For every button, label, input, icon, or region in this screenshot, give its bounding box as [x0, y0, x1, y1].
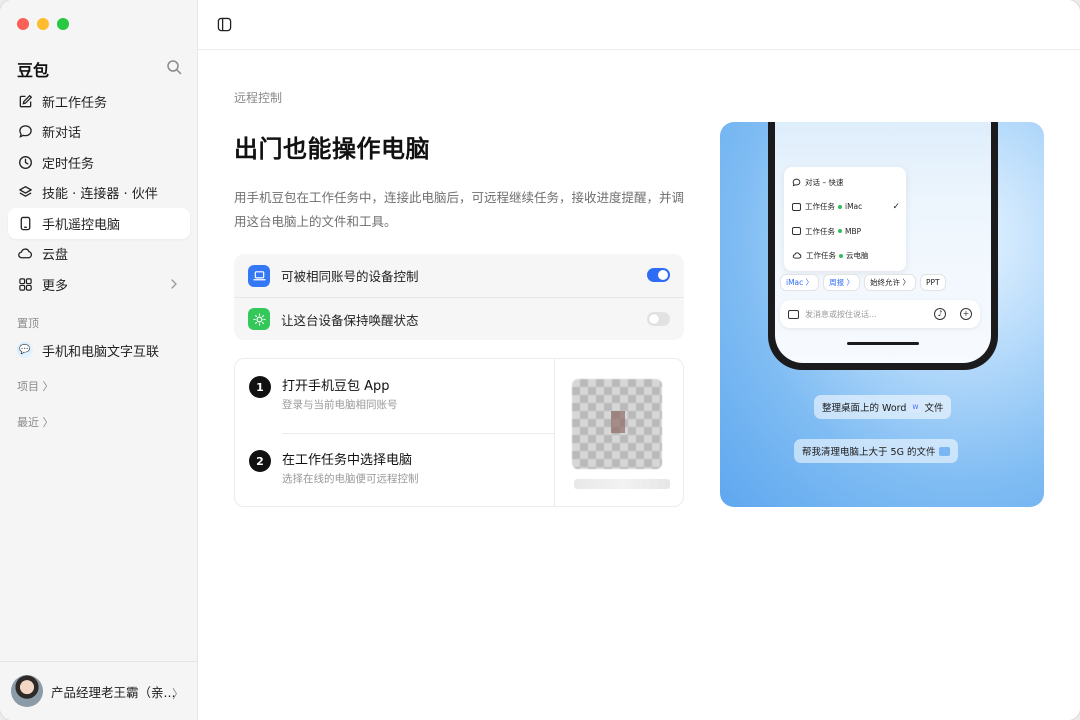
- keep-awake-switch[interactable]: [647, 312, 670, 326]
- sidebar-item-label: 更多: [42, 278, 69, 294]
- voice-icon: ♪: [934, 308, 946, 320]
- clock-icon: [17, 154, 33, 170]
- page-title: 出门也能操作电脑: [234, 135, 430, 163]
- promo-illustration: 对话 – 快速 工作任务 iMac ✓ 工作任务 MBP 工作任务 云电脑 iM…: [720, 122, 1044, 507]
- menu-item-imac: 工作任务 iMac ✓: [784, 195, 906, 220]
- pinned-item[interactable]: 💬 手机和电脑文字互联: [8, 335, 190, 365]
- setup-steps-card: 1 打开手机豆包 App 登录与当前电脑相同账号 2 在工作任务中选择电脑 选择…: [234, 358, 684, 507]
- chevron-right-icon: [171, 279, 177, 289]
- user-name: 产品经理老王霸（亲...: [51, 684, 176, 700]
- laptop-icon: [792, 202, 801, 211]
- app-brand: 豆包: [17, 61, 50, 80]
- settings-toggles: 可被相同账号的设备控制 让这台设备保持唤醒状态: [234, 254, 684, 340]
- menu-item-chat-quick: 对话 – 快速: [784, 170, 906, 195]
- step-title: 打开手机豆包 App: [282, 379, 390, 394]
- sidebar-item-label: 新对话: [42, 126, 82, 142]
- sidebar-item-more[interactable]: 更多: [8, 269, 190, 300]
- minimize-window-button[interactable]: [37, 18, 49, 30]
- window-controls: [17, 18, 69, 30]
- phone-input-placeholder: 发消息或按住说话...: [805, 309, 877, 319]
- sun-icon: [248, 308, 270, 330]
- word-file-icon: W: [910, 402, 921, 412]
- pinned-section-label: 置顶: [17, 317, 39, 330]
- zoom-window-button[interactable]: [57, 18, 69, 30]
- sidebar-item-label: 手机遥控电脑: [42, 217, 121, 233]
- toggle-label: 让这台设备保持唤醒状态: [281, 312, 419, 328]
- sidebar-item-phone-remote[interactable]: 手机遥控电脑: [8, 208, 190, 239]
- sidebar-item-new-chat[interactable]: 新对话: [8, 117, 190, 148]
- chip-ppt: PPT: [919, 274, 946, 291]
- folder-icon: [939, 446, 951, 456]
- cloud-icon: [792, 252, 802, 259]
- checkmark-icon: ✓: [892, 201, 900, 212]
- sidebar-item-label: 云盘: [42, 248, 69, 264]
- menu-item-mbp: 工作任务 MBP: [784, 219, 906, 244]
- phone-screen: 对话 – 快速 工作任务 iMac ✓ 工作任务 MBP 工作任务 云电脑 iM…: [775, 122, 991, 363]
- step-title: 在工作任务中选择电脑: [282, 453, 413, 468]
- main-content: 远程控制 出门也能操作电脑 用手机豆包在工作任务中，连接此电脑后，可远程继续任务…: [198, 0, 1080, 720]
- sidebar-item-scheduled-tasks[interactable]: 定时任务: [8, 147, 190, 178]
- phone-icon: [17, 215, 33, 231]
- phone-input-bar: 发消息或按住说话... ♪ +: [780, 300, 980, 328]
- plus-icon: +: [960, 308, 972, 320]
- sidebar-nav: 新工作任务 新对话 定时任务 技能 · 连接器 · 伙伴 手机遥控电脑 云盘 更…: [8, 86, 190, 300]
- step-subtitle: 选择在线的电脑便可远程控制: [282, 473, 419, 485]
- user-profile[interactable]: 产品经理老王霸（亲... 〉: [0, 661, 198, 720]
- toggle-row-account-control: 可被相同账号的设备控制: [234, 254, 684, 297]
- home-indicator: [847, 342, 919, 345]
- recent-section-label[interactable]: 最近 〉: [17, 414, 54, 430]
- qr-center-logo: [611, 411, 625, 433]
- sidebar-item-new-work-task[interactable]: 新工作任务: [8, 86, 190, 117]
- chat-bubble-icon: [17, 124, 33, 140]
- chat-bubble-icon: [792, 178, 801, 187]
- chip-imac: iMac 〉: [780, 274, 820, 291]
- sidebar-item-label: 新工作任务: [42, 95, 108, 111]
- sidebar-item-skills[interactable]: 技能 · 连接器 · 伙伴: [8, 178, 190, 209]
- pinned-item-label: 手机和电脑文字互联: [42, 344, 160, 360]
- example-prompt-word: 整理桌面上的 Word W 文件: [814, 395, 952, 419]
- app-window: 豆包 新工作任务 新对话 定时任务 技能 · 连接器 · 伙伴 手机遥控电脑 云…: [0, 0, 1080, 720]
- laptop-icon: [248, 264, 270, 287]
- page-eyebrow: 远程控制: [234, 91, 283, 105]
- chevron-right-icon: 〉: [171, 687, 184, 701]
- phone-mockup: 对话 – 快速 工作任务 iMac ✓ 工作任务 MBP 工作任务 云电脑 iM…: [768, 122, 998, 370]
- top-bar: [198, 0, 1080, 50]
- grid-icon: [17, 276, 33, 292]
- chip-always-allow: 始终允许 〉: [864, 274, 916, 291]
- projects-section-label[interactable]: 项目 〉: [17, 378, 54, 394]
- sidebar: 豆包 新工作任务 新对话 定时任务 技能 · 连接器 · 伙伴 手机遥控电脑 云…: [0, 0, 198, 720]
- sidebar-item-label: 技能 · 连接器 · 伙伴: [42, 187, 158, 203]
- close-window-button[interactable]: [17, 18, 29, 30]
- cloud-icon: [17, 246, 33, 262]
- laptop-icon: [792, 227, 801, 236]
- step-subtitle: 登录与当前电脑相同账号: [282, 399, 398, 411]
- device-menu: 对话 – 快速 工作任务 iMac ✓ 工作任务 MBP 工作任务 云电脑: [784, 167, 906, 271]
- sidebar-item-cloud-drive[interactable]: 云盘: [8, 239, 190, 270]
- page-description: 用手机豆包在工作任务中，连接此电脑后，可远程继续任务，接收进度提醒，并调用这台电…: [234, 190, 685, 229]
- step-number: 1: [249, 376, 271, 398]
- phone-chips: iMac 〉 周报 〉 始终允许 〉 PPT: [780, 274, 946, 291]
- qr-caption-blurred: [574, 479, 670, 489]
- search-icon[interactable]: [166, 59, 182, 75]
- layers-icon: [17, 185, 33, 201]
- sidebar-toggle-icon[interactable]: [217, 17, 232, 32]
- step-number: 2: [249, 450, 271, 472]
- sidebar-item-label: 定时任务: [42, 156, 95, 172]
- chat-avatar-icon: 💬: [17, 342, 33, 358]
- edit-icon: [17, 93, 33, 109]
- step-divider: [282, 433, 554, 434]
- toggle-label: 可被相同账号的设备控制: [281, 269, 419, 284]
- account-control-switch[interactable]: [647, 268, 670, 282]
- qr-divider: [554, 359, 555, 506]
- toggle-row-keep-awake: 让这台设备保持唤醒状态: [234, 297, 684, 340]
- chip-weekly: 周报 〉: [823, 274, 861, 291]
- camera-icon: [788, 309, 799, 319]
- example-prompt-cleanup: 帮我清理电脑上大于 5G 的文件: [794, 439, 959, 463]
- avatar: [11, 675, 43, 707]
- menu-item-cloud-pc: 工作任务 云电脑: [784, 244, 906, 269]
